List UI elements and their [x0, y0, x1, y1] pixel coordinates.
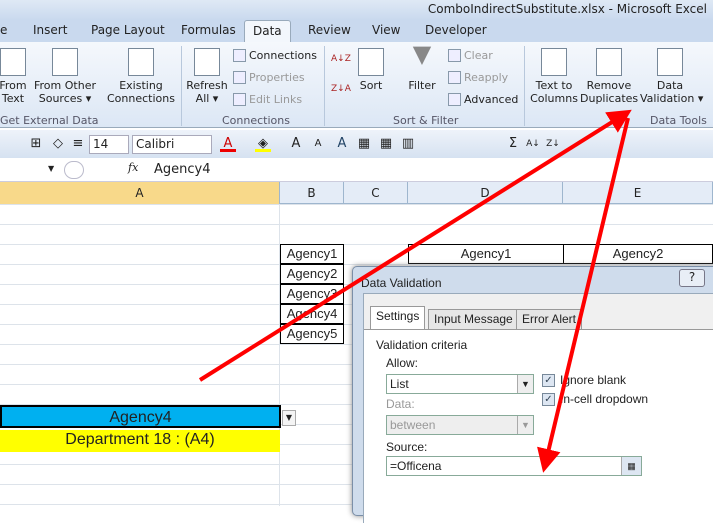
arrow-to-data-validation	[198, 109, 632, 382]
annotation-arrows	[198, 109, 632, 473]
arrow-to-source	[537, 117, 630, 473]
